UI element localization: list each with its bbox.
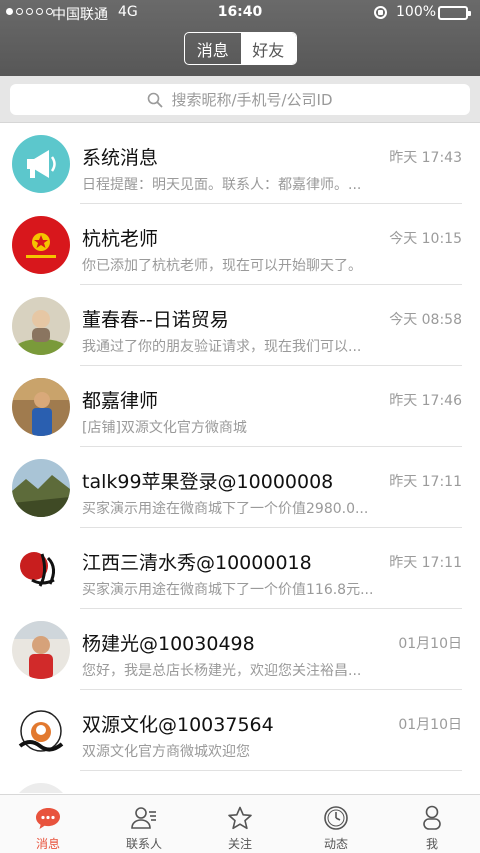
conversation-name: 系统消息: [82, 147, 159, 169]
conversation-preview: 您好，我是总店长杨建光，欢迎您关注裕昌...: [82, 663, 362, 679]
tab-messages[interactable]: 消息: [0, 795, 96, 853]
conversation-name: talk99苹果登录@10000008: [82, 471, 334, 493]
segment-friends[interactable]: 好友: [240, 33, 296, 64]
conversation-name: 杨建光@10030498: [82, 633, 255, 655]
conversation-item[interactable]: 双源文化@10037564 01月10日 双源文化官方商微城欢迎您: [0, 690, 480, 771]
conversation-name: 双源文化@10037564: [82, 714, 274, 736]
avatar-calligraphy-logo: [12, 540, 70, 598]
conversation-item[interactable]: 杭杭老师 今天 10:15 你已添加了杭杭老师，现在可以开始聊天了。: [0, 204, 480, 285]
conversation-name: 江西三清水秀@10000018: [82, 552, 312, 574]
tab-contacts[interactable]: 联系人: [96, 795, 192, 853]
conversation-preview: [店铺]双源文化官方微商城: [82, 420, 247, 436]
conversation-preview: 你已添加了杭杭老师，现在可以开始聊天了。: [82, 258, 362, 274]
battery-icon: [438, 6, 471, 20]
conversation-time: 昨天 17:11: [389, 474, 462, 490]
status-bar: 中国联通 4G 16:40 100%: [0, 0, 480, 26]
avatar-landscape-photo: [12, 459, 70, 517]
conversation-time: 今天 10:15: [389, 231, 462, 247]
conversation-item[interactable]: talk99苹果登录@10000008 昨天 17:11 买家演示用途在微商城下…: [0, 447, 480, 528]
clock-icon: [322, 804, 350, 832]
conversation-preview: 我通过了你的朋友验证请求，现在我们可以...: [82, 339, 362, 355]
tab-follow[interactable]: 关注: [192, 795, 288, 853]
tab-label: 动态: [323, 837, 348, 851]
avatar-person-photo: [12, 378, 70, 436]
conversation-item-partial[interactable]: [0, 771, 480, 793]
avatar-person-photo: [12, 297, 70, 355]
chat-bubble-icon: [34, 804, 62, 832]
search-icon: [148, 92, 164, 108]
tab-label: 消息: [35, 837, 60, 851]
conversation-list: 系统消息 昨天 17:43 日程提醒：明天见面。联系人：都嘉律师。... 杭杭老…: [0, 123, 480, 793]
top-header: 中国联通 4G 16:40 100% 消息 好友: [0, 0, 480, 76]
conversation-item[interactable]: 董春春--日诺贸易 今天 08:58 我通过了你的朋友验证请求，现在我们可以..…: [0, 285, 480, 366]
rotation-lock-icon: [374, 6, 387, 19]
segment-messages[interactable]: 消息: [185, 33, 241, 64]
conversation-name: 董春春--日诺贸易: [82, 309, 229, 331]
conversation-time: 01月10日: [398, 717, 462, 733]
avatar-red-emblem: [12, 216, 70, 274]
conversation-preview: 买家演示用途在微商城下了一个价值2980.0...: [82, 501, 369, 517]
avatar-culture-logo: [12, 702, 70, 760]
person-icon: [418, 804, 446, 832]
conversation-item[interactable]: 都嘉律师 昨天 17:46 [店铺]双源文化官方微商城: [0, 366, 480, 447]
conversation-time: 今天 08:58: [389, 312, 462, 328]
star-icon: [226, 804, 254, 832]
conversation-name: 杭杭老师: [82, 228, 159, 250]
avatar-person-photo: [12, 621, 70, 679]
search-input[interactable]: 搜索昵称/手机号/公司ID: [10, 84, 470, 115]
conversation-preview: 日程提醒：明天见面。联系人：都嘉律师。...: [82, 177, 362, 193]
conversation-item[interactable]: 江西三清水秀@10000018 昨天 17:11 买家演示用途在微商城下了一个价…: [0, 528, 480, 609]
conversation-time: 昨天 17:46: [389, 393, 462, 409]
avatar-partial: [12, 783, 70, 793]
search-bar: 搜索昵称/手机号/公司ID: [0, 76, 480, 123]
conversation-name: 都嘉律师: [82, 390, 159, 412]
tab-me[interactable]: 我: [384, 795, 480, 853]
tab-moments[interactable]: 动态: [288, 795, 384, 853]
tab-label: 关注: [227, 837, 252, 851]
bottom-tab-bar: 消息 联系人 关注 动态 我: [0, 794, 480, 853]
message-friends-switch: 消息 好友: [184, 32, 297, 65]
tab-label: 联系人: [125, 837, 162, 851]
conversation-item[interactable]: 系统消息 昨天 17:43 日程提醒：明天见面。联系人：都嘉律师。...: [0, 123, 480, 204]
contacts-icon: [130, 804, 158, 832]
battery-percentage: 100%: [396, 4, 437, 20]
conversation-preview: 买家演示用途在微商城下了一个价值116.8元...: [82, 582, 374, 598]
conversation-preview: 双源文化官方商微城欢迎您: [82, 744, 250, 760]
conversation-item[interactable]: 杨建光@10030498 01月10日 您好，我是总店长杨建光，欢迎您关注裕昌.…: [0, 609, 480, 690]
conversation-time: 01月10日: [398, 636, 462, 652]
conversation-time: 昨天 17:11: [389, 555, 462, 571]
megaphone-icon: [12, 135, 70, 193]
conversation-time: 昨天 17:43: [389, 150, 462, 166]
search-placeholder: 搜索昵称/手机号/公司ID: [171, 91, 333, 109]
tab-label: 我: [425, 837, 438, 851]
